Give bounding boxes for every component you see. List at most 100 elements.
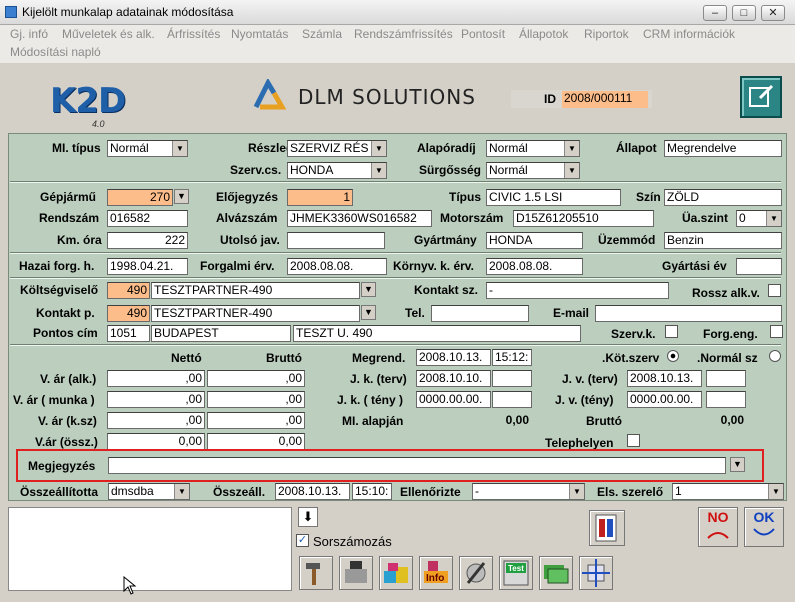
tool-arrows-icon[interactable] [579,556,613,590]
surgosseg-select[interactable]: Normál ▼ [486,162,580,179]
menu-item[interactable]: Gj. infó [10,27,48,41]
km-ora-field[interactable]: 222 [107,232,188,249]
zip-field[interactable]: 1051 [107,325,150,342]
jk-terv-time[interactable] [492,370,532,387]
jv-teny-time[interactable] [706,391,746,408]
elojegyzes-field[interactable]: 1 [287,189,353,206]
v-ksz-brutto[interactable]: ,00 [207,412,305,429]
allapot-field[interactable]: Megrendelve [664,140,782,157]
mi-tipus-select[interactable]: Normál ▼ [107,140,188,157]
email-field[interactable] [595,305,782,322]
jk-terv-field[interactable]: 2008.10.10. [416,370,491,387]
kot-szerv-radio[interactable] [667,350,679,362]
normal-sz-radio[interactable] [769,350,781,362]
tel-field[interactable] [431,305,529,322]
notes-textarea[interactable] [8,507,292,591]
rossz-alk-checkbox[interactable] [768,284,781,297]
download-arrow-icon[interactable]: ▼ [361,282,376,297]
gepjarmu-field[interactable]: 270 [107,189,173,206]
uzemmod-field[interactable]: Benzin [664,232,782,249]
tool-hammer-icon[interactable] [299,556,333,590]
v-alk-brutto[interactable]: ,00 [207,370,305,387]
v-munka-brutto[interactable]: ,00 [207,391,305,408]
kornyv-field[interactable]: 2008.08.08. [486,258,583,275]
no-button[interactable]: NO [698,507,738,547]
alapordij-select[interactable]: Normál ▼ [486,140,580,157]
menu-item[interactable]: CRM információk [643,27,735,41]
smile-face-icon [753,528,775,536]
alvazszam-field[interactable]: JHMEK3360WS016582 [287,210,432,227]
download-arrow-icon[interactable]: ▼ [730,457,745,472]
koltsegviselo-name[interactable]: TESZTPARTNER-490 [151,282,360,299]
ok-button[interactable]: OK [744,507,784,547]
menu-item[interactable]: Árfrissítés [167,27,220,41]
ellenorizte-select[interactable]: - ▼ [472,483,585,500]
koltsegviselo-code[interactable]: 490 [107,282,150,299]
tool-test-icon[interactable]: Test [499,556,533,590]
download-arrow-icon[interactable]: ▼ [174,189,189,204]
menu-item[interactable]: Nyomtatás [231,27,288,41]
szerv-select[interactable]: HONDA ▼ [287,162,387,179]
street-field[interactable]: TESZT U. 490 [293,325,581,342]
megjegyzes-field[interactable] [108,457,726,474]
menu-item[interactable]: Módosítási napló [10,45,101,59]
menu-item[interactable]: Számla [302,27,342,41]
jv-teny-field[interactable]: 0000.00.00. [627,391,702,408]
jv-terv-field[interactable]: 2008.10.13. [627,370,702,387]
v-ossz-brutto[interactable]: 0,00 [207,433,305,450]
kontakt-sz-field[interactable]: - [486,282,669,299]
minimize-button[interactable]: – [703,5,727,21]
menu-item[interactable]: Állapotok [519,27,568,41]
menu-item[interactable]: Rendszámfrissítés [354,27,453,41]
osszeallitotta-select[interactable]: dmsdba ▼ [108,483,190,500]
jk-teny-time[interactable] [492,391,532,408]
szerv-k-checkbox[interactable] [665,325,678,338]
edit-icon[interactable] [740,76,782,118]
megrend-date[interactable]: 2008.10.13. [416,349,491,366]
document-icon[interactable] [589,510,625,546]
tipus-field[interactable]: CIVIC 1.5 LSI [486,189,621,206]
close-button[interactable]: ✕ [761,5,785,21]
v-alk-netto[interactable]: ,00 [107,370,205,387]
city-field[interactable]: BUDAPEST [151,325,291,342]
ua-szint-select[interactable]: 0 ▼ [736,210,782,227]
tool-money-icon[interactable] [539,556,573,590]
reszleg-select[interactable]: SZERVIZ RÉS ▼ [287,140,387,157]
gyartmany-field[interactable]: HONDA [486,232,583,249]
forgalmi-erv-field[interactable]: 2008.08.08. [287,258,387,275]
ua-szint-label: Üa.szint [682,211,729,225]
tool-boxes-icon[interactable] [379,556,413,590]
rendszam-field[interactable]: 016582 [107,210,188,227]
down-arrow-button[interactable]: ⬇ [298,507,318,527]
kontakt-p-code[interactable]: 490 [107,305,150,322]
szin-label: Szín [636,190,661,204]
tool-parts-icon[interactable] [459,556,493,590]
motorszam-field[interactable]: D15Z61205510 [513,210,654,227]
menu-item[interactable]: Műveletek és alk. [62,27,155,41]
jv-terv-time[interactable] [706,370,746,387]
gyartasi-ev-field[interactable] [736,258,782,275]
osszeall-date[interactable]: 2008.10.13. [275,483,350,500]
v-munka-netto[interactable]: ,00 [107,391,205,408]
menu-item[interactable]: Riportok [584,27,629,41]
szin-field[interactable]: ZÖLD [664,189,782,206]
sorszamozas-checkbox[interactable]: ✓ [296,534,309,547]
hazai-forg-field[interactable]: 1998.04.21. [107,258,188,275]
tool-machine-icon[interactable] [339,556,373,590]
v-ossz-netto[interactable]: 0,00 [107,433,205,450]
utolso-jav-field[interactable] [287,232,385,249]
tool-info-icon[interactable]: Info [419,556,453,590]
jk-teny-field[interactable]: 0000.00.00. [416,391,491,408]
download-arrow-icon[interactable]: ▼ [361,305,376,320]
kontakt-p-name[interactable]: TESZTPARTNER-490 [151,305,360,322]
v-ksz-netto[interactable]: ,00 [107,412,205,429]
forg-eng-checkbox[interactable] [770,325,783,338]
osszeall-time[interactable]: 15:10: [352,483,392,500]
separator [10,252,781,254]
telephelyen-checkbox[interactable] [627,434,640,447]
menu-item[interactable]: Pontosít [461,27,505,41]
motorszam-label: Motorszám [440,211,504,225]
els-szerelo-select[interactable]: 1 ▼ [672,483,784,500]
megrend-time[interactable]: 15:12: [492,349,532,366]
maximize-button[interactable]: □ [732,5,756,21]
